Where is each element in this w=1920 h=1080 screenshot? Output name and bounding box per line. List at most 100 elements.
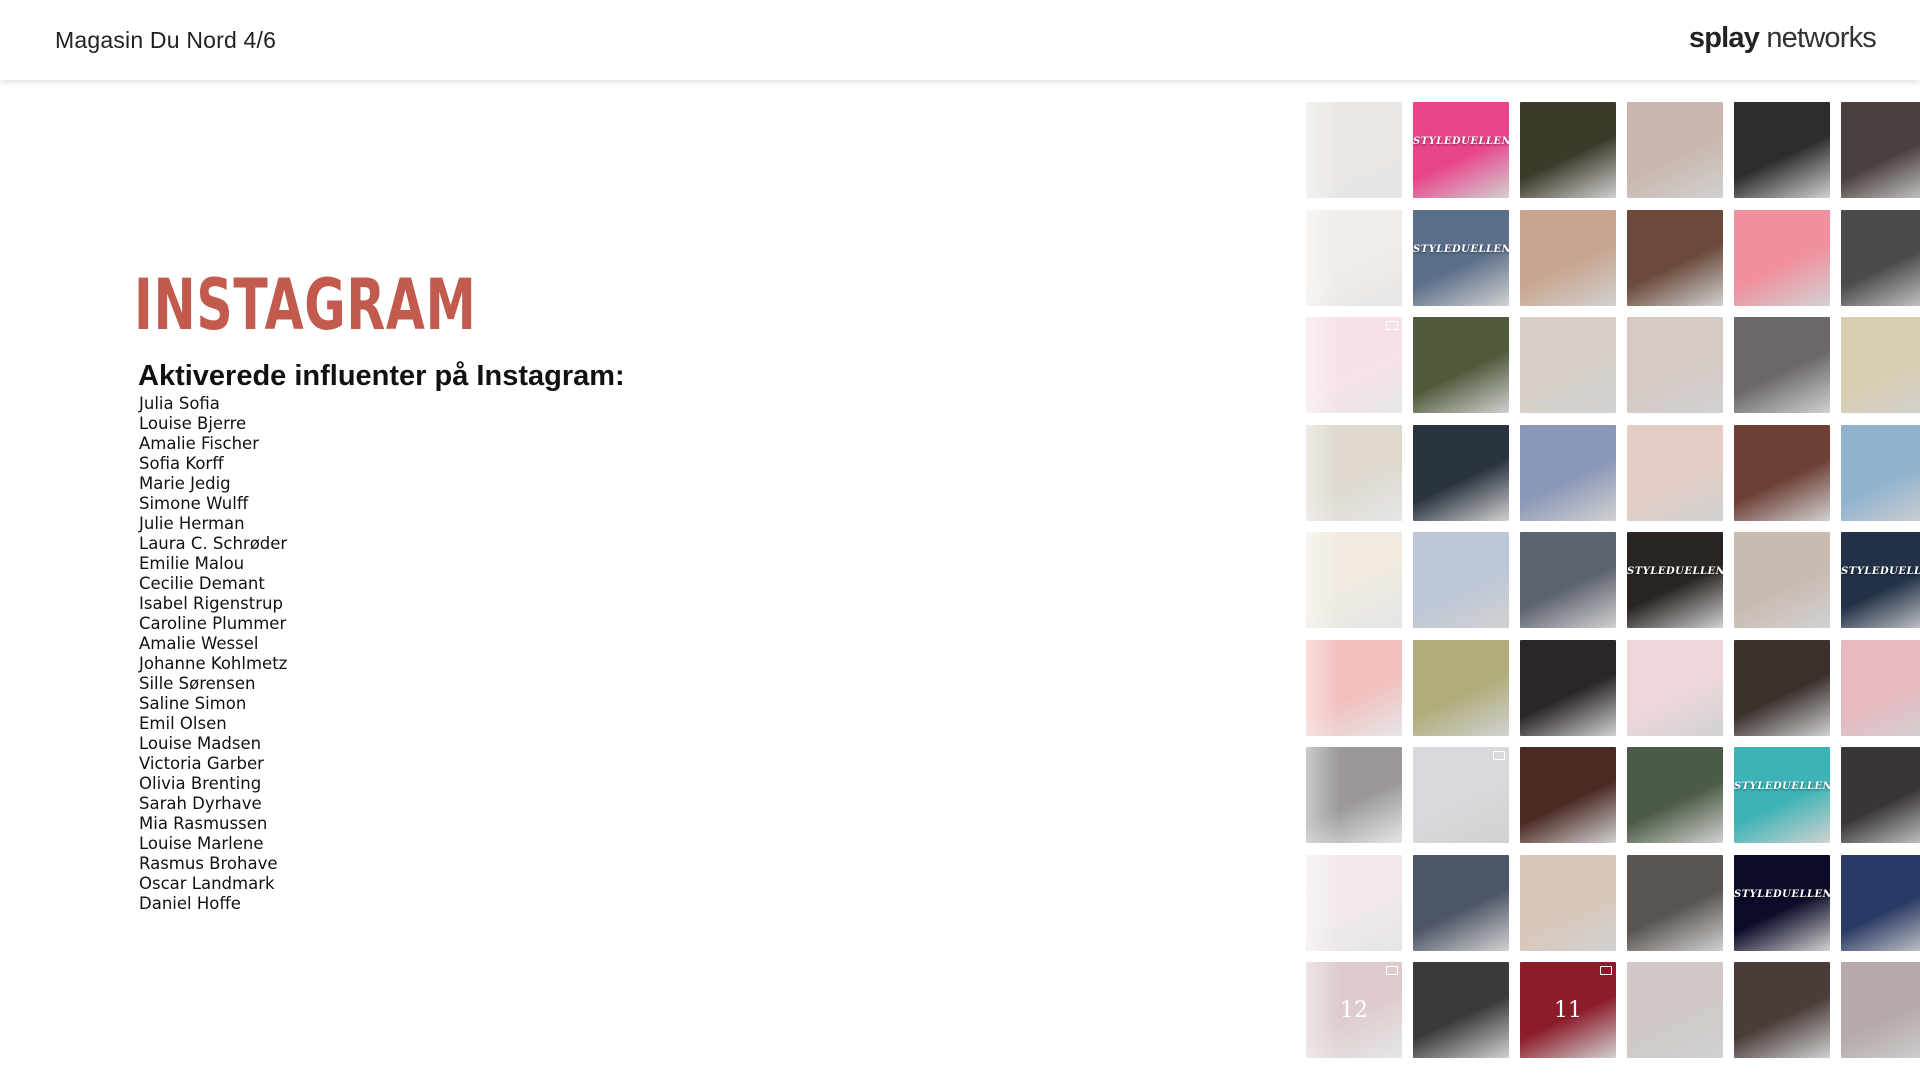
influencer-name: Marie Jedig	[139, 474, 231, 493]
instagram-post-thumbnail[interactable]	[1520, 102, 1616, 198]
brand-logo: splay networks	[1688, 22, 1877, 55]
instagram-post-thumbnail[interactable]	[1413, 639, 1509, 736]
influencer-name: Emilie Malou	[139, 554, 245, 573]
instagram-post-thumbnail[interactable]	[1841, 962, 1920, 1058]
section-heading: INSTAGRAM	[134, 264, 477, 346]
influencer-name: Emil Olsen	[139, 714, 227, 733]
instagram-post-thumbnail[interactable]: STYLEDUELLEN	[1627, 532, 1723, 628]
influencer-name: Isabel Rigenstrup	[139, 594, 283, 613]
instagram-post-thumbnail[interactable]	[1306, 317, 1402, 413]
instagram-post-thumbnail[interactable]	[1841, 209, 1920, 306]
instagram-post-thumbnail[interactable]	[1627, 962, 1723, 1058]
influencer-name: Julia Sofia	[139, 394, 220, 413]
thumbnail-overlay-text: 12	[1340, 997, 1368, 1023]
instagram-post-thumbnail[interactable]	[1627, 747, 1723, 843]
thumbnail-overlay-text: STYLEDUELLEN	[1627, 566, 1723, 577]
instagram-post-thumbnail[interactable]: STYLEDUELLEN	[1413, 102, 1509, 198]
instagram-post-thumbnail[interactable]	[1841, 102, 1920, 198]
thumbnail-overlay-text: 11	[1554, 997, 1582, 1023]
instagram-post-thumbnail[interactable]	[1841, 424, 1920, 521]
instagram-post-thumbnail[interactable]	[1413, 962, 1509, 1058]
instagram-post-thumbnail[interactable]	[1306, 424, 1402, 521]
instagram-post-thumbnail[interactable]	[1734, 209, 1830, 306]
video-icon	[1386, 966, 1398, 975]
influencer-name: Louise Madsen	[139, 734, 262, 753]
brand-logo-light: networks	[1759, 22, 1876, 54]
instagram-post-thumbnail[interactable]	[1413, 854, 1509, 951]
thumbnail-overlay-text: STYLEDUELLEN	[1413, 243, 1509, 255]
instagram-post-thumbnail[interactable]	[1841, 854, 1920, 951]
video-icon	[1600, 966, 1612, 975]
influencer-name: Mia Rasmussen	[139, 814, 268, 833]
influencer-name: Simone Wulff	[139, 494, 249, 513]
instagram-post-thumbnail[interactable]: 12	[1306, 962, 1402, 1058]
influencer-name: Julie Herman	[139, 514, 245, 533]
instagram-post-thumbnail[interactable]	[1520, 532, 1616, 628]
instagram-post-thumbnail[interactable]	[1520, 854, 1616, 951]
instagram-post-thumbnail[interactable]	[1841, 639, 1920, 736]
influencer-name: Sofia Korff	[139, 454, 224, 473]
instagram-post-thumbnail[interactable]	[1734, 102, 1830, 198]
influencer-name: Louise Marlene	[139, 834, 264, 853]
influencer-name: Sille Sørensen	[139, 674, 256, 693]
instagram-post-thumbnail[interactable]	[1520, 209, 1616, 306]
instagram-post-thumbnail[interactable]	[1306, 532, 1402, 628]
thumbnail-overlay-text: STYLEDUELLEN	[1734, 781, 1830, 792]
influencer-name: Louise Bjerre	[139, 414, 247, 433]
instagram-post-thumbnail[interactable]	[1627, 209, 1723, 306]
instagram-post-thumbnail[interactable]: 11	[1520, 962, 1616, 1058]
instagram-post-thumbnail[interactable]	[1734, 532, 1830, 628]
page-title: Magasin Du Nord 4/6	[55, 27, 277, 53]
section-subtitle: Aktiverede influenter på Instagram:	[138, 360, 625, 392]
instagram-post-thumbnail[interactable]	[1627, 639, 1723, 736]
instagram-post-thumbnail[interactable]	[1520, 317, 1616, 413]
instagram-post-thumbnail[interactable]	[1841, 747, 1920, 843]
instagram-post-thumbnail[interactable]	[1627, 424, 1723, 521]
influencer-name: Olivia Brenting	[139, 774, 262, 793]
instagram-post-thumbnail[interactable]	[1734, 639, 1830, 736]
instagram-post-thumbnail[interactable]	[1413, 747, 1509, 843]
instagram-post-thumbnail[interactable]: STYLEDUELLEN	[1734, 854, 1830, 951]
influencer-name: Amalie Fischer	[139, 434, 259, 453]
instagram-post-thumbnail[interactable]	[1627, 317, 1723, 413]
instagram-post-thumbnail[interactable]	[1520, 747, 1616, 843]
brand-logo-bold: splay	[1688, 22, 1760, 54]
instagram-post-thumbnail[interactable]	[1306, 102, 1402, 198]
influencer-name: Daniel Hoffe	[139, 894, 241, 913]
instagram-post-thumbnail[interactable]: STYLEDUELLEN	[1413, 209, 1509, 306]
influencer-name: Sarah Dyrhave	[139, 794, 262, 813]
thumbnail-overlay-text: STYLEDUELLEN	[1734, 888, 1830, 900]
influencer-list: Julia Sofia Louise Bjerre Amalie Fischer So…	[139, 394, 287, 914]
instagram-post-thumbnail[interactable]	[1520, 424, 1616, 521]
instagram-post-thumbnail[interactable]	[1520, 639, 1616, 736]
instagram-post-thumbnail[interactable]	[1413, 532, 1509, 628]
instagram-post-thumbnail[interactable]	[1413, 424, 1509, 521]
instagram-post-thumbnail[interactable]	[1306, 854, 1402, 951]
instagram-post-thumbnail[interactable]	[1734, 317, 1830, 413]
instagram-post-thumbnail[interactable]: STYLEDUELLEN	[1734, 747, 1830, 843]
video-icon	[1493, 751, 1505, 760]
influencer-name: Caroline Plummer	[139, 614, 287, 633]
instagram-post-thumbnail[interactable]	[1734, 962, 1830, 1058]
instagram-post-thumbnail[interactable]	[1627, 854, 1723, 951]
instagram-post-thumbnail[interactable]	[1306, 747, 1402, 843]
instagram-post-thumbnail[interactable]	[1413, 317, 1509, 413]
instagram-photo-grid: STYLEDUELLEN STYLEDUELLEN STYLEDUELLEN STYL…	[1306, 102, 1920, 1058]
influencer-name: Victoria Garber	[139, 754, 264, 773]
thumbnail-overlay-text: STYLEDUELLEN	[1413, 136, 1509, 147]
top-bar: Magasin Du Nord 4/6 splay networks	[0, 0, 1920, 80]
influencer-name: Oscar Landmark	[139, 874, 275, 893]
video-icon	[1386, 321, 1398, 330]
instagram-post-thumbnail[interactable]	[1627, 102, 1723, 198]
instagram-post-thumbnail[interactable]	[1306, 209, 1402, 306]
influencer-name: Rasmus Brohave	[139, 854, 278, 873]
influencer-name: Johanne Kohlmetz	[139, 654, 288, 673]
instagram-post-thumbnail[interactable]: STYLEDUELLEN	[1841, 532, 1920, 628]
instagram-post-thumbnail[interactable]	[1734, 424, 1830, 521]
influencer-name: Laura C. Schrøder	[139, 534, 288, 553]
influencer-name: Cecilie Demant	[139, 574, 265, 593]
instagram-post-thumbnail[interactable]	[1306, 639, 1402, 736]
influencer-name: Saline Simon	[139, 694, 247, 713]
influencer-name: Amalie Wessel	[139, 634, 259, 653]
instagram-post-thumbnail[interactable]	[1841, 317, 1920, 413]
